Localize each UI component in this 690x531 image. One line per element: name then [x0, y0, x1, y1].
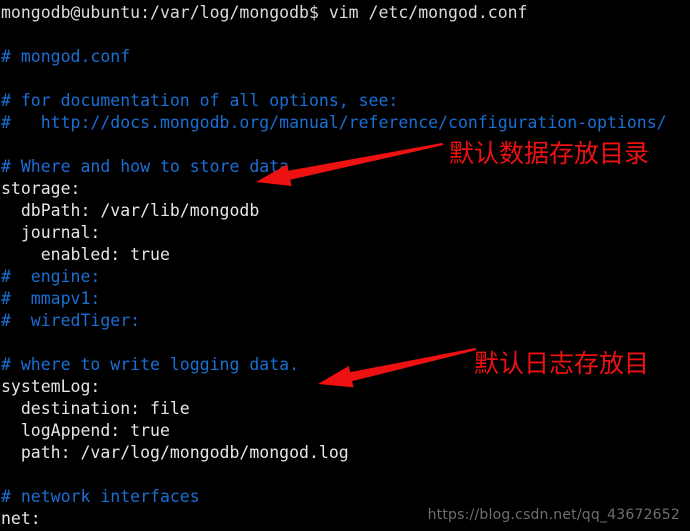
terminal-line-key: storage:: [1, 179, 81, 198]
terminal-line-plain: logAppend: true: [1, 421, 170, 440]
terminal-line-comment: # engine:: [1, 267, 101, 286]
annotation-label-data-directory: 默认数据存放目录: [449, 139, 650, 168]
terminal-line-plain: destination: file: [1, 399, 190, 418]
terminal-line-comment: # mmapv1:: [1, 289, 101, 308]
terminal-line-comment: # mongod.conf: [1, 47, 131, 66]
terminal-line-plain: journal:: [1, 223, 101, 242]
terminal-text-area[interactable]: mongodb@ubuntu:/var/log/mongodb$ vim /et…: [0, 0, 690, 531]
watermark-url: https://blog.csdn.net/qq_43672652: [427, 507, 680, 523]
annotation-label-log-directory: 默认日志存放目: [474, 349, 650, 378]
terminal-line-plain: enabled: true: [1, 245, 170, 264]
terminal-line-logpath: path: /var/log/mongodb/mongod.log: [1, 443, 349, 462]
terminal-line-comment: # wiredTiger:: [1, 311, 141, 330]
terminal-line-dbpath: dbPath: /var/lib/mongodb: [1, 201, 260, 220]
terminal-line-comment: # for documentation of all options, see:: [1, 91, 399, 110]
terminal-line-prompt: mongodb@ubuntu:/var/log/mongodb$ vim /et…: [1, 3, 528, 22]
terminal-line-comment: # network interfaces: [1, 487, 200, 506]
terminal-window: mongodb@ubuntu:/var/log/mongodb$ vim /et…: [0, 0, 690, 531]
terminal-line-comment: # http://docs.mongodb.org/manual/referen…: [1, 113, 667, 132]
terminal-line-key: systemLog:: [1, 377, 101, 396]
